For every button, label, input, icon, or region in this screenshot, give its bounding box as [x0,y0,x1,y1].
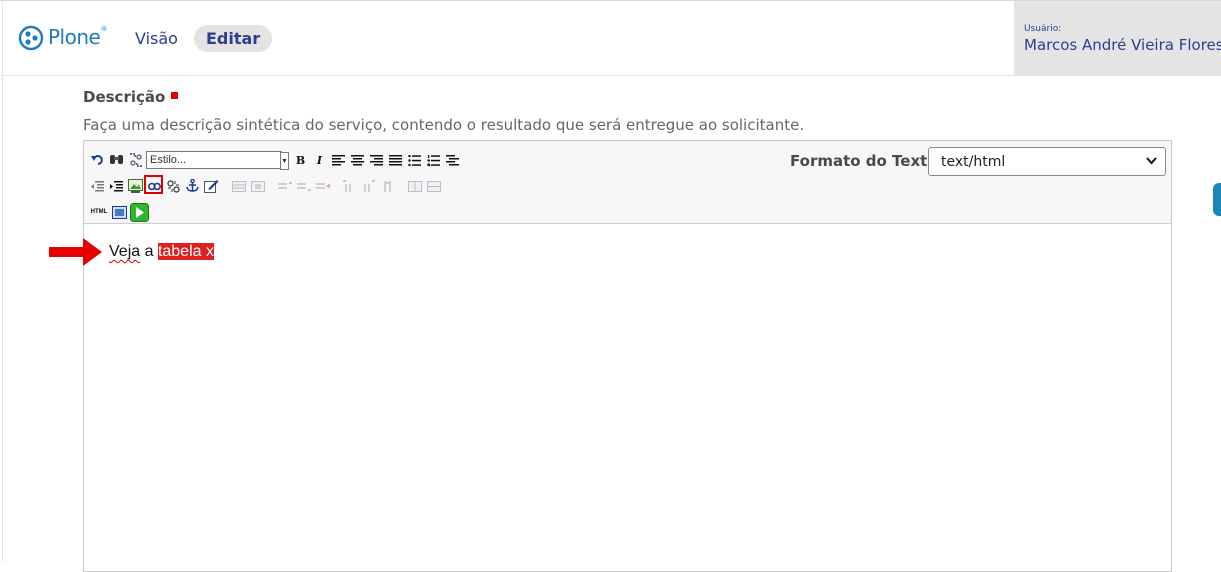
field-label-descricao: Descrição [83,88,179,106]
row-after-icon[interactable] [295,178,312,195]
numbered-list-icon[interactable] [425,152,442,169]
editor-content[interactable]: Veja a tabela x [109,243,214,261]
required-icon [171,92,179,99]
undo-icon[interactable] [89,152,106,169]
find-replace-icon[interactable] [127,152,144,169]
align-left-icon[interactable] [330,152,347,169]
bold-icon[interactable]: B [292,152,309,169]
format-select-value: text/html [941,153,1006,170]
fullscreen-icon[interactable] [111,204,128,221]
insert-image-icon[interactable] [127,178,144,195]
main-nav: Visão Editar [127,25,280,52]
toolbar-row-1: Estilo... ▼ B I [89,150,463,170]
unlink-icon[interactable] [165,178,182,195]
anchor-icon[interactable] [184,178,201,195]
logo-text: Plone® [48,25,107,49]
toolbar-row-2 [89,174,444,196]
html-source-button[interactable]: HTML [89,204,109,221]
nav-visao[interactable]: Visão [127,25,186,52]
preview-play-icon[interactable] [130,202,149,222]
rich-text-editor: Estilo... ▼ B I HTML Formato do Texto te… [83,140,1172,572]
link-highlight-box [144,174,163,194]
row-before-icon[interactable] [276,178,293,195]
content-word-veja: Veja [109,243,141,260]
bullet-list-icon[interactable] [406,152,423,169]
indent-icon[interactable] [108,178,125,195]
edit-icon[interactable] [203,178,220,195]
delete-col-icon[interactable] [379,178,396,195]
user-label: Usuário: [1024,24,1062,34]
toolbar-row-3: HTML [89,202,151,222]
format-label: Formato do Texto [790,152,938,170]
outdent-icon[interactable] [89,178,106,195]
nav-editar[interactable]: Editar [193,25,273,52]
chevron-down-icon [1146,157,1157,165]
site-header: Plone® Visão Editar Usuário: Marcos Andr… [3,1,1221,76]
insert-link-icon[interactable] [144,174,163,195]
col-before-icon[interactable] [341,178,358,195]
italic-icon[interactable]: I [311,152,328,169]
table-props-icon[interactable] [249,178,266,195]
red-arrow-icon [49,238,102,266]
merge-cells-icon[interactable] [406,178,423,195]
style-dropdown-arrow-icon[interactable]: ▼ [280,152,289,170]
table-icon[interactable] [230,178,247,195]
style-dropdown-value: Estilo... [150,154,187,166]
editor-toolbar: Estilo... ▼ B I HTML Formato do Texto te… [84,141,1171,224]
content-word-a: a [140,243,158,260]
split-cells-icon[interactable] [425,178,442,195]
definition-list-icon[interactable] [444,152,461,169]
format-select[interactable]: text/html [928,147,1166,176]
style-dropdown[interactable]: Estilo... ▼ [146,151,289,170]
side-tab-handle[interactable] [1213,183,1221,216]
align-right-icon[interactable] [368,152,385,169]
align-justify-icon[interactable] [387,152,404,169]
plone-logo[interactable]: Plone® [18,25,107,51]
user-panel[interactable]: Usuário: Marcos André Vieira Flores [1014,1,1221,75]
selected-text[interactable]: tabela x [157,243,214,260]
align-center-icon[interactable] [349,152,366,169]
col-after-icon[interactable] [360,178,377,195]
page-border-left [2,0,3,562]
find-icon[interactable] [108,152,125,169]
delete-row-icon[interactable] [314,178,331,195]
user-name[interactable]: Marcos André Vieira Flores [1024,36,1221,54]
plone-logo-icon [18,25,44,51]
field-help-text: Faça uma descrição sintética do serviço,… [83,116,805,134]
